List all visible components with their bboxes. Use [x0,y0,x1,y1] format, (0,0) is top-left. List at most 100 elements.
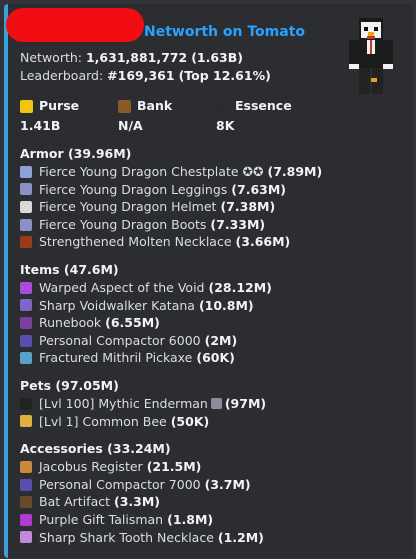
list-item: Jacobus Register (21.5M) [20,458,405,476]
item-name: [Lvl 1] Common Bee [39,413,167,429]
item-value: (2M) [204,332,238,348]
list-item: Warped Aspect of the Void (28.12M) [20,279,405,297]
section-items: Items (47.6M) Warped Aspect of the Void (2… [20,261,405,367]
list-item: Sharp Voidwalker Katana (10.8M) [20,297,405,315]
item-value: (21.5M) [146,459,202,475]
embed-accent-bar [4,4,8,558]
item-name: Fierce Young Dragon Chestplate [39,164,239,179]
leaderboard-label: Leaderboard: [20,68,104,83]
item-value: (3.3M) [114,494,161,510]
networth-short: (1.63B) [191,50,243,65]
item-stars: ✪✪ [242,164,264,179]
item-value: (10.8M) [198,297,254,313]
embed-title[interactable]: Networth on Tomato [144,24,305,40]
item-name: Fierce Young Dragon Helmet [39,199,217,215]
field-essence: Essence 8K [216,97,314,135]
helmet-icon [20,200,32,213]
leaderboard-value: #169,361 [107,68,175,83]
item-value: (97M) [224,395,267,411]
item-name: Personal Compactor 7000 [39,476,201,492]
bee-icon [20,415,32,428]
section-pets: Pets (97.05M) [Lvl 100] Mythic Enderman (9… [20,377,405,430]
list-item: Strengthened Molten Necklace (3.66M) [20,233,405,251]
list-item: Fierce Young Dragon Leggings (7.63M) [20,181,405,199]
field-bank: Bank N/A [118,97,216,135]
list-item: Runebook (6.55M) [20,314,405,332]
section-accessories: Accessories (33.24M) Jacobus Register (21.… [20,440,405,546]
item-value: (3.7M) [204,476,251,492]
item-value: (28.12M) [208,279,272,295]
networth-label: Networth: [20,50,82,65]
list-item: Sharp Shark Tooth Necklace (1.2M) [20,529,405,547]
currency-fields: Purse 1.41B Bank N/A Essence 8K [20,97,405,135]
field-purse: Purse 1.41B [20,97,118,135]
item-value: (7.89M) [267,164,323,179]
bat-icon [20,496,32,509]
item-name: Jacobus Register [39,459,143,475]
field-value: 8K [216,118,235,133]
gift-icon [20,513,32,526]
necklace-icon [20,236,32,249]
item-name: Fierce Young Dragon Leggings [39,181,228,197]
list-item: Bat Artifact (3.3M) [20,493,405,511]
compactor-icon [20,334,32,347]
list-item: Personal Compactor 7000 (3.7M) [20,476,405,494]
networth-value: 1,631,881,772 [85,50,188,65]
list-item: Fierce Young Dragon Chestplate ✪✪ (7.89M) [20,163,405,181]
chestplate-icon [20,165,32,178]
book-icon [20,316,32,329]
field-label: Bank [137,98,173,113]
leaderboard-top: (Top 12.61%) [178,68,271,83]
player-skin-thumbnail [349,18,393,94]
field-name: Bank [118,97,216,115]
item-name: Warped Aspect of the Void [39,279,205,295]
item-name: Purple Gift Talisman [39,511,164,527]
tooth-icon [20,531,32,544]
sword-icon [20,281,32,294]
boots-icon [20,218,32,231]
section-title: Armor (39.96M) [20,146,132,161]
item-name: Bat Artifact [39,494,111,510]
item-value: (1.8M) [167,511,214,527]
field-value: 1.41B [20,118,61,133]
list-item: Fierce Young Dragon Helmet (7.38M) [20,198,405,216]
katana-icon [20,299,32,312]
leggings-icon [20,183,32,196]
item-value: (3.66M) [235,234,291,250]
section-title: Items (47.6M) [20,261,119,277]
pickaxe-icon [20,352,32,365]
section-armor: Armor (39.96M) Fierce Young Dragon Chestp… [20,145,405,251]
item-name: Runebook [39,315,102,331]
item-name: Fractured Mithril Pickaxe [39,350,193,366]
inventory-sections: Armor (39.96M) Fierce Young Dragon Chestp… [20,145,405,546]
register-icon [20,460,32,473]
chest-icon [118,99,131,113]
list-item: Fierce Young Dragon Boots (7.33M) [20,216,405,234]
item-name: Strengthened Molten Necklace [39,234,232,250]
networth-embed: Networth on Tomato Networth: 1,631,881,7… [4,4,413,558]
list-item: Purple Gift Talisman (1.8M) [20,511,405,529]
field-name: Purse [20,97,118,115]
item-value: (60K) [196,350,235,366]
section-title: Accessories (33.24M) [20,441,171,457]
item-value: (7.63M) [231,181,286,197]
section-title: Pets (97.05M) [20,377,119,393]
redacted-author [6,8,144,42]
item-value: (7.38M) [220,199,276,215]
item-name: Fierce Young Dragon Boots [39,216,207,232]
field-label: Purse [39,98,80,113]
item-value: (7.33M) [210,216,266,232]
enderman-cube-icon [210,398,222,410]
field-name: Essence [216,97,314,115]
list-item: [Lvl 1] Common Bee (50K) [20,413,405,431]
field-label: Essence [235,98,292,113]
item-name: Personal Compactor 6000 [39,332,201,348]
field-value: N/A [118,118,143,133]
list-item: Fractured Mithril Pickaxe (60K) [20,349,405,367]
compactor-icon [20,478,32,491]
list-item: [Lvl 100] Mythic Enderman (97M) [20,395,405,413]
essence-icon [216,99,229,113]
item-value: (50K) [170,413,210,429]
list-item: Personal Compactor 6000 (2M) [20,332,405,350]
item-name: [Lvl 100] Mythic Enderman [39,395,208,411]
